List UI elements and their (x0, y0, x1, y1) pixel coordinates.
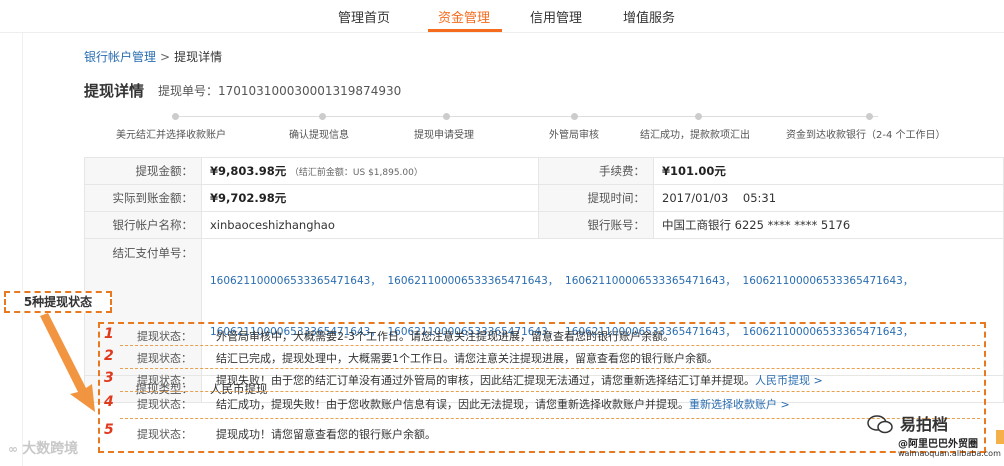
page-edge-accent (996, 430, 1004, 444)
watermark-right: 易拍档 @阿里巴巴外贸圈 waimaoquan.alibaba.com (862, 409, 1004, 466)
wechat-icon (867, 415, 893, 434)
watermark-right-sub: @阿里巴巴外贸圈 (898, 439, 978, 450)
callout-arrow (40, 313, 95, 412)
watermark-left: ∞ 大数跨境 (8, 438, 78, 458)
watermark-left-text: 大数跨境 (22, 441, 79, 457)
link-icon: ∞ (8, 442, 23, 456)
watermark-right-url: waimaoquan.alibaba.com (898, 449, 1001, 458)
arrow-icon (40, 313, 95, 412)
watermark-right-title: 易拍档 (900, 415, 949, 434)
